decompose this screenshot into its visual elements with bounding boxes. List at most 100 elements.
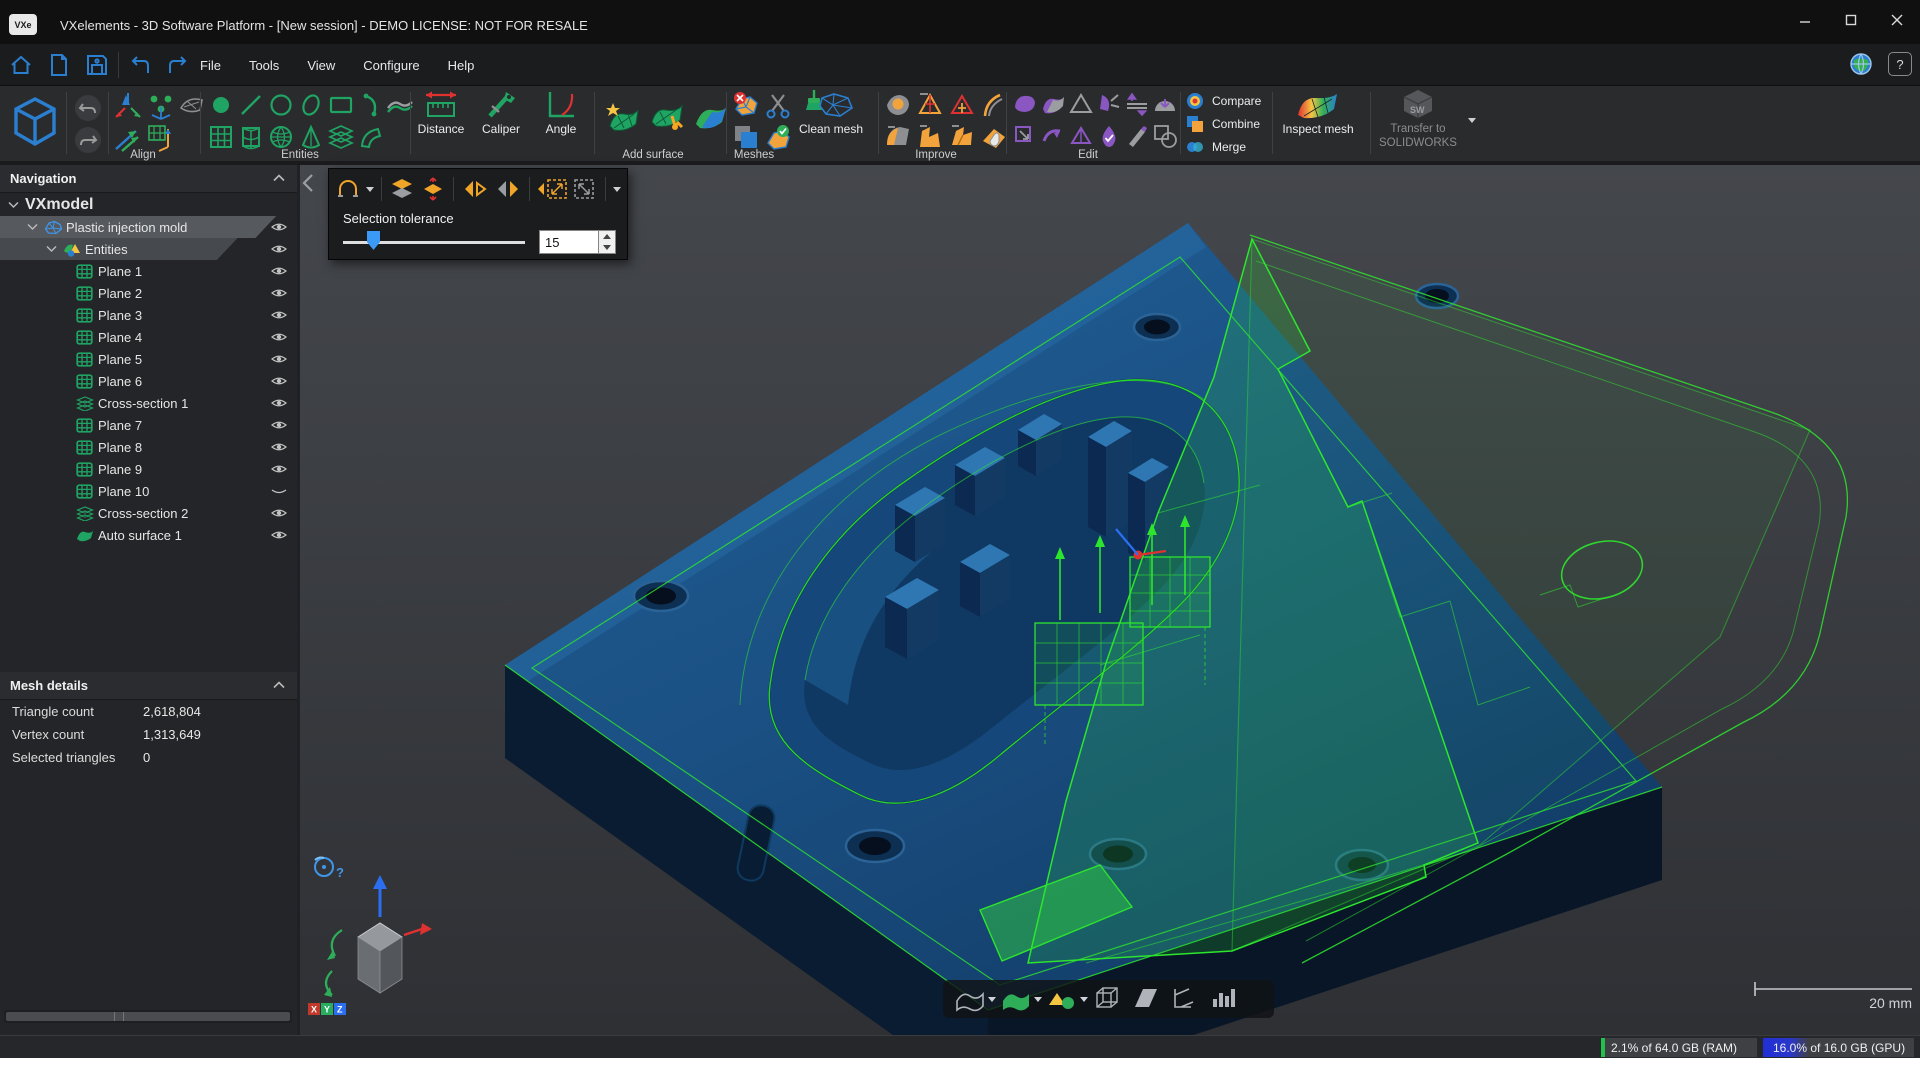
tree-row[interactable]: Plane 1 bbox=[0, 260, 297, 282]
ribbon-undo-button[interactable] bbox=[74, 94, 102, 122]
sculpt-button[interactable] bbox=[1124, 123, 1150, 149]
menu-item[interactable]: File bbox=[186, 44, 235, 86]
help-button[interactable]: ? bbox=[1888, 52, 1912, 76]
minimize-button[interactable] bbox=[1782, 0, 1828, 40]
create-sphere-button[interactable] bbox=[268, 124, 294, 150]
delete-mesh-button[interactable] bbox=[732, 91, 760, 119]
fill-partial-button[interactable] bbox=[884, 123, 912, 151]
offset-mesh-button[interactable] bbox=[1124, 91, 1150, 117]
bridge-button[interactable] bbox=[916, 123, 944, 151]
defeature-button[interactable] bbox=[980, 123, 1008, 151]
patch-button[interactable] bbox=[948, 123, 976, 151]
visibility-toggle[interactable] bbox=[270, 528, 288, 542]
tree-row[interactable]: Plane 6 bbox=[0, 370, 297, 392]
create-cross-section-button[interactable] bbox=[328, 124, 354, 150]
transfer-solidworks-button[interactable]: SW bbox=[1398, 88, 1438, 120]
edit-surface-button[interactable] bbox=[648, 100, 686, 134]
tolerance-input[interactable] bbox=[539, 230, 599, 254]
tree-row[interactable]: Plane 7 bbox=[0, 414, 297, 436]
clean-mesh-button[interactable] bbox=[800, 88, 856, 122]
target-alignment-button[interactable] bbox=[146, 91, 176, 121]
visibility-toggle[interactable] bbox=[270, 308, 288, 322]
save-button[interactable] bbox=[82, 50, 112, 80]
visibility-toggle[interactable] bbox=[270, 286, 288, 300]
caliper-button[interactable] bbox=[482, 88, 520, 122]
more-selection-options-caret[interactable] bbox=[613, 187, 621, 192]
cut-mesh-button[interactable] bbox=[764, 91, 792, 119]
tree-row[interactable]: VXmodel bbox=[0, 194, 297, 216]
new-auto-surface-button[interactable] bbox=[604, 100, 642, 134]
smooth-mesh-button[interactable] bbox=[1040, 91, 1066, 117]
menu-item[interactable]: Configure bbox=[349, 44, 433, 86]
expand-chevron-icon[interactable] bbox=[46, 245, 63, 253]
expand-chevron-icon[interactable] bbox=[8, 201, 25, 209]
visibility-toggle[interactable] bbox=[270, 242, 288, 256]
panel-horizontal-scrollbar[interactable] bbox=[4, 1010, 292, 1023]
visibility-toggle[interactable] bbox=[270, 330, 288, 344]
tree-row[interactable]: Plane 8 bbox=[0, 436, 297, 458]
visibility-toggle[interactable] bbox=[270, 374, 288, 388]
visibility-toggle[interactable] bbox=[270, 418, 288, 432]
remesh-button[interactable] bbox=[1068, 123, 1094, 149]
angle-button[interactable] bbox=[542, 88, 580, 122]
fit-surface-button[interactable] bbox=[692, 100, 730, 134]
tree-row[interactable]: Plane 5 bbox=[0, 348, 297, 370]
distance-button[interactable] bbox=[422, 88, 460, 122]
tree-row[interactable]: Plane 3 bbox=[0, 304, 297, 326]
tree-row[interactable]: Plane 9 bbox=[0, 458, 297, 480]
tolerance-slider-handle[interactable] bbox=[367, 231, 380, 250]
visibility-toggle[interactable] bbox=[270, 440, 288, 454]
selection-mode-caret[interactable] bbox=[366, 187, 374, 192]
smooth-boundary-button[interactable] bbox=[980, 91, 1008, 119]
refine-triangles-button[interactable] bbox=[916, 91, 944, 119]
collapse-details-icon[interactable] bbox=[273, 681, 285, 689]
tree-row[interactable]: Plastic injection mold bbox=[0, 216, 297, 238]
grow-selection-icon[interactable] bbox=[537, 177, 567, 201]
language-globe-icon[interactable] bbox=[1848, 51, 1874, 77]
spinner-down-button[interactable] bbox=[599, 242, 615, 253]
home-button[interactable] bbox=[6, 50, 36, 80]
tolerance-spinner[interactable] bbox=[599, 230, 616, 254]
create-point-button[interactable] bbox=[208, 92, 234, 118]
tree-row[interactable]: Plane 2 bbox=[0, 282, 297, 304]
scrollbar-thumb[interactable] bbox=[6, 1012, 290, 1021]
axis-triad-label[interactable]: X Y Z bbox=[308, 1003, 346, 1015]
compare-button[interactable]: Compare bbox=[1186, 92, 1261, 110]
visibility-toggle[interactable] bbox=[270, 198, 288, 212]
visibility-toggle[interactable] bbox=[270, 220, 288, 234]
create-arc-button[interactable] bbox=[358, 92, 384, 118]
merge-meshes-button[interactable] bbox=[732, 123, 760, 151]
invert-all-selection-icon[interactable] bbox=[494, 177, 522, 201]
through-selection-icon[interactable] bbox=[389, 177, 415, 201]
merge-button[interactable]: Merge bbox=[1186, 138, 1246, 156]
combine-button[interactable]: Combine bbox=[1186, 115, 1260, 133]
create-cone-button[interactable] bbox=[298, 124, 324, 150]
split-mesh-button[interactable] bbox=[1096, 91, 1122, 117]
create-rectangle-button[interactable] bbox=[328, 92, 354, 118]
collapse-navigation-icon[interactable] bbox=[273, 174, 285, 182]
visibility-toggle[interactable] bbox=[270, 264, 288, 278]
visibility-toggle[interactable] bbox=[270, 396, 288, 410]
tree-row[interactable]: Plane 4 bbox=[0, 326, 297, 348]
remove-spikes-button[interactable] bbox=[1012, 91, 1038, 117]
waterproof-button[interactable] bbox=[1096, 123, 1122, 149]
tree-row[interactable]: Cross-section 2 bbox=[0, 502, 297, 524]
create-ellipse-button[interactable] bbox=[298, 92, 324, 118]
tree-row[interactable]: Auto surface 1 bbox=[0, 524, 297, 546]
flip-normals-button[interactable] bbox=[1040, 123, 1066, 149]
visibility-toggle[interactable] bbox=[270, 484, 288, 498]
create-plane-button[interactable] bbox=[208, 124, 234, 150]
maximize-button[interactable] bbox=[1828, 0, 1874, 40]
ribbon-redo-button[interactable] bbox=[74, 126, 102, 154]
spinner-up-button[interactable] bbox=[599, 231, 615, 242]
new-session-button[interactable] bbox=[44, 50, 74, 80]
inspect-mesh-button[interactable] bbox=[1292, 89, 1342, 121]
transfer-dropdown-caret[interactable] bbox=[1468, 118, 1476, 123]
tree-row[interactable]: Entities bbox=[0, 238, 297, 260]
viewport-3d[interactable]: ? X Y Z bbox=[300, 165, 1920, 1035]
tree-row[interactable]: Plane 10 bbox=[0, 480, 297, 502]
visibility-toggle[interactable] bbox=[270, 462, 288, 476]
visible-selection-icon[interactable] bbox=[420, 177, 446, 201]
create-line-button[interactable] bbox=[238, 92, 264, 118]
visibility-toggle[interactable] bbox=[270, 352, 288, 366]
